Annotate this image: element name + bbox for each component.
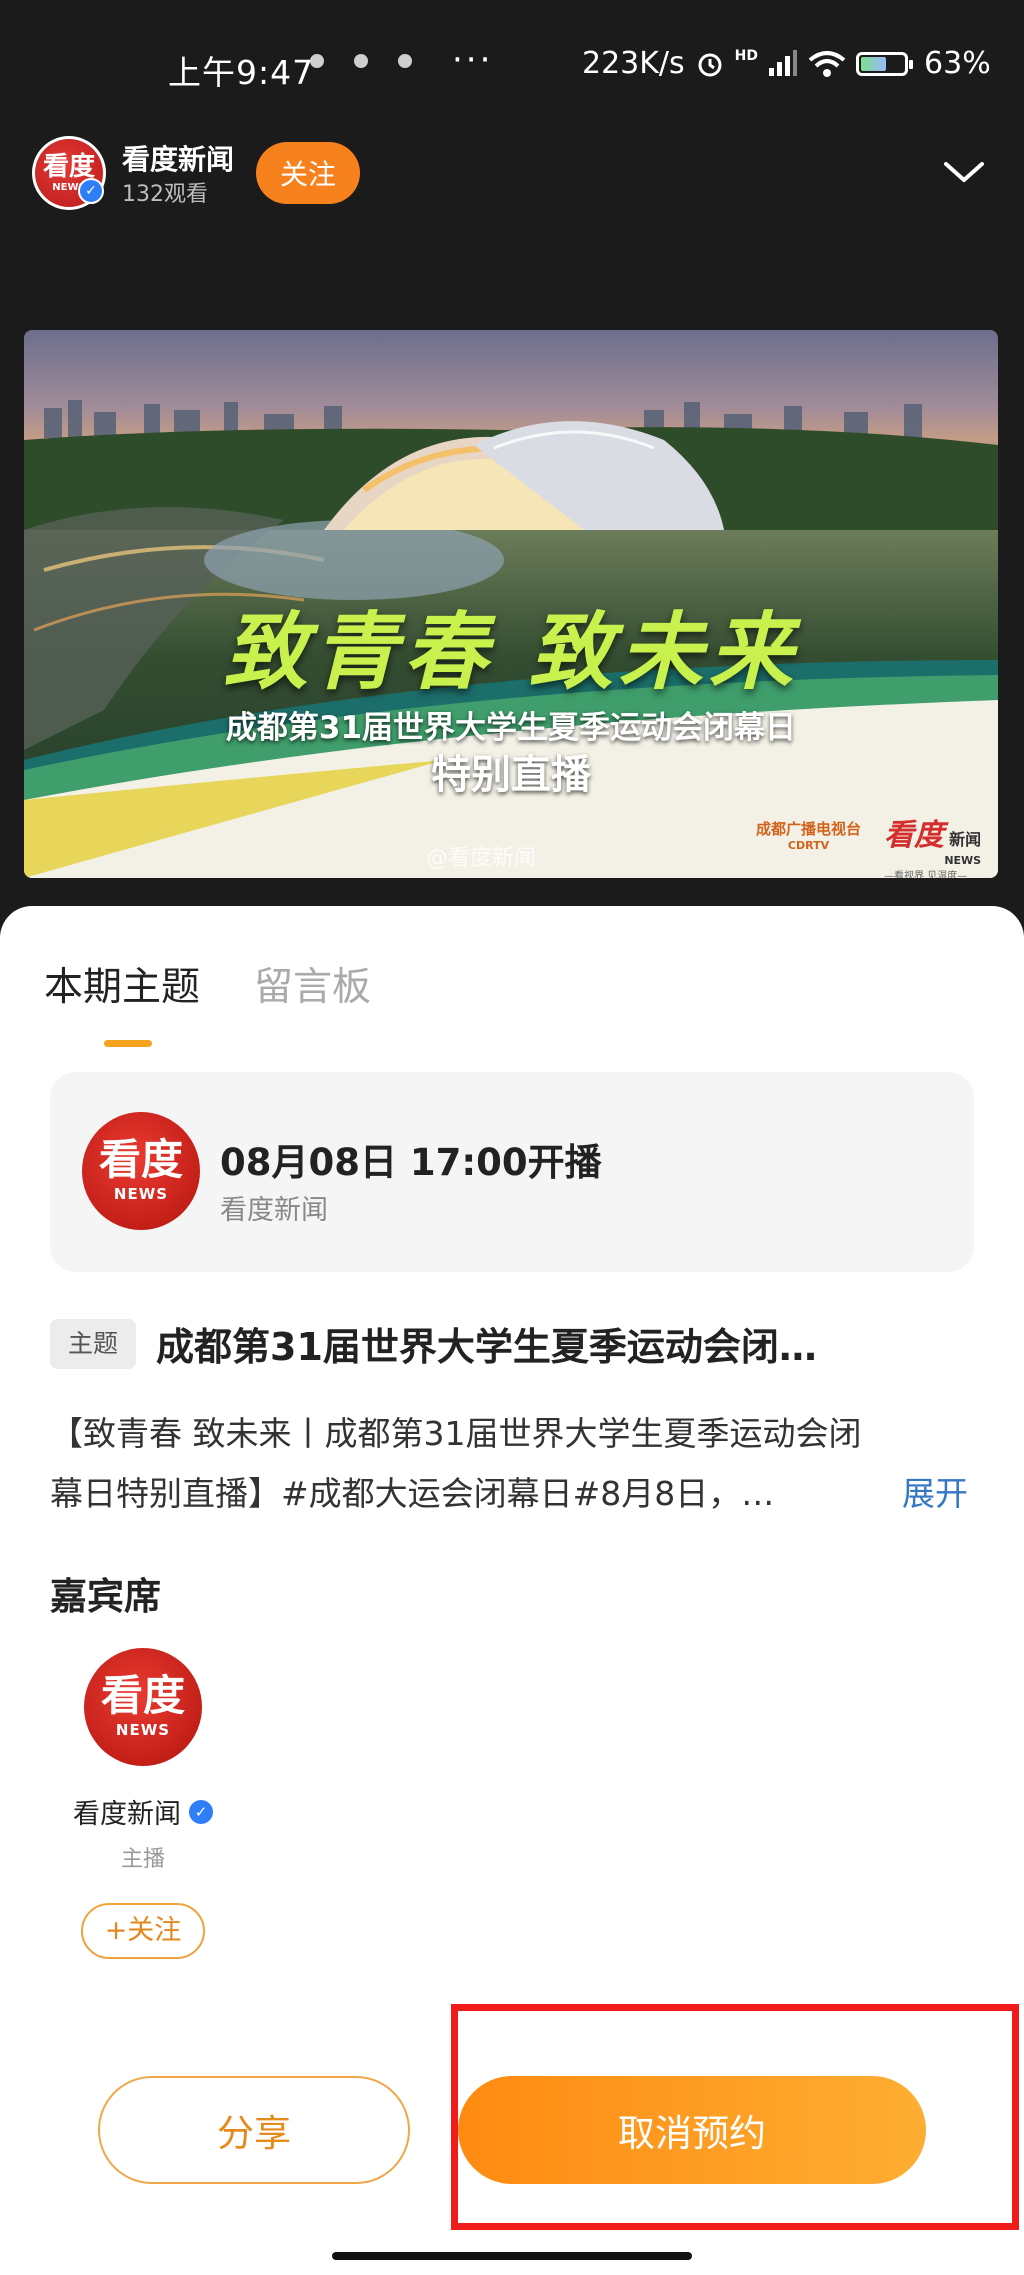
notification-icons (310, 54, 412, 68)
guest-role: 主播 (120, 1847, 165, 1872)
guest-name[interactable]: 看度新闻 (73, 1792, 181, 1831)
topic-badge: 主题 (50, 1319, 136, 1369)
battery-icon (856, 51, 914, 76)
banner-watermark: @看度新闻 (426, 846, 537, 871)
topic-desc-line-1: 【致青春 致未来丨成都第31届世界大学生夏季运动会闭 (50, 1414, 862, 1453)
detail-sheet: 本期主题 留言板 看度 NEWS 08月08日 17:00开播 看度新闻 主题 … (0, 906, 1024, 2275)
status-indicators: 223K/s HD 63% (582, 46, 991, 81)
cdrtv-logo: 成都广播电视台 CDRTV (756, 818, 861, 852)
topic-title: 成都第31届世界大学生夏季运动会闭… (156, 1325, 817, 1369)
cancel-reservation-button[interactable]: 取消预约 (458, 2076, 926, 2184)
logo-sub: NEWS (115, 1721, 171, 1739)
live-header: 看度 NEWS 看度新闻 132观看 关注 (0, 130, 1024, 220)
logo-text: 看度 (42, 151, 95, 182)
logo-text: 看度 (100, 1671, 185, 1720)
cdrtv-en: CDRTV (787, 839, 830, 852)
banner-subtitle: 成都第31届世界大学生夏季运动会闭幕日 (225, 710, 797, 746)
topic-desc-row: 幕日特别直播】#成都大运会闭幕日#8月8日，… 展开 (50, 1464, 970, 1524)
schedule-channel-name: 看度新闻 (220, 1195, 328, 1226)
schedule-card: 看度 NEWS 08月08日 17:00开播 看度新闻 (50, 1072, 974, 1272)
logo-text: 看度 (98, 1135, 183, 1184)
topic-desc-line-2: 幕日特别直播】#成都大运会闭幕日#8月8日，… (50, 1474, 775, 1513)
network-speed: 223K/s (582, 46, 685, 81)
guest-follow-button[interactable]: +关注 (81, 1903, 205, 1959)
news-logo-a: 看度 (884, 818, 944, 853)
banner-title: 致青春 致未来 (223, 602, 799, 701)
tab-topic[interactable]: 本期主题 (44, 956, 200, 1012)
news-logo-c: NEWS (944, 854, 982, 867)
viewer-count: 132观看 (122, 182, 208, 207)
guest-name-row: 看度新闻 ✓ (58, 1792, 228, 1831)
guest-card: 看度 NEWS 看度新闻 ✓ 主播 +关注 (58, 1648, 228, 1959)
expand-link[interactable]: 展开 (902, 1464, 968, 1524)
guest-avatar[interactable]: 看度 NEWS (84, 1648, 202, 1766)
app-notification-icon (354, 54, 368, 68)
schedule-time: 08月08日 17:00开播 (220, 1141, 602, 1184)
cdrtv-cn: 成都广播电视台 (756, 820, 862, 838)
home-indicator[interactable] (332, 2252, 692, 2260)
more-notifications-icon: ··· (452, 40, 494, 80)
schedule-channel-avatar: 看度 NEWS (82, 1112, 200, 1230)
app-notification-icon (398, 54, 412, 68)
live-cover-banner[interactable]: 致青春 致未来 成都第31届世界大学生夏季运动会闭幕日 特别直播 @看度新闻 成… (24, 330, 998, 878)
alarm-clock-icon (698, 53, 722, 76)
news-logo-d: —看视界 见温度— (884, 871, 968, 878)
tab-message-board[interactable]: 留言板 (254, 956, 371, 1012)
follow-button[interactable]: 关注 (256, 142, 360, 204)
chevron-down-icon[interactable] (942, 150, 986, 194)
hd-icon: HD (734, 47, 759, 64)
guests-title: 嘉宾席 (50, 1575, 161, 1618)
battery-level (861, 56, 887, 71)
wifi-icon (808, 50, 846, 77)
share-button[interactable]: 分享 (98, 2076, 410, 2184)
tab-bar: 本期主题 留言板 (44, 956, 371, 1012)
banner-subtitle-2: 特别直播 (431, 752, 591, 798)
tab-indicator (104, 1040, 152, 1047)
verified-icon: ✓ (78, 178, 104, 204)
signal-strength-icon (769, 49, 798, 76)
logo-sub: NEWS (113, 1185, 169, 1203)
kandu-news-logo: 看度 新闻 NEWS —看视界 见温度— (884, 810, 981, 878)
channel-name[interactable]: 看度新闻 (122, 138, 234, 178)
verified-icon: ✓ (189, 1799, 213, 1824)
topic-description: 【致青春 致未来丨成都第31届世界大学生夏季运动会闭 幕日特别直播】#成都大运会… (50, 1404, 970, 1524)
alarm-notification-icon (310, 54, 324, 68)
status-bar: 上午9:47 ··· 223K/s HD 63% (0, 0, 1024, 130)
battery-percent: 63% (924, 46, 991, 81)
news-logo-b: 新闻 (949, 830, 982, 849)
status-time: 上午9:47 (168, 53, 315, 92)
